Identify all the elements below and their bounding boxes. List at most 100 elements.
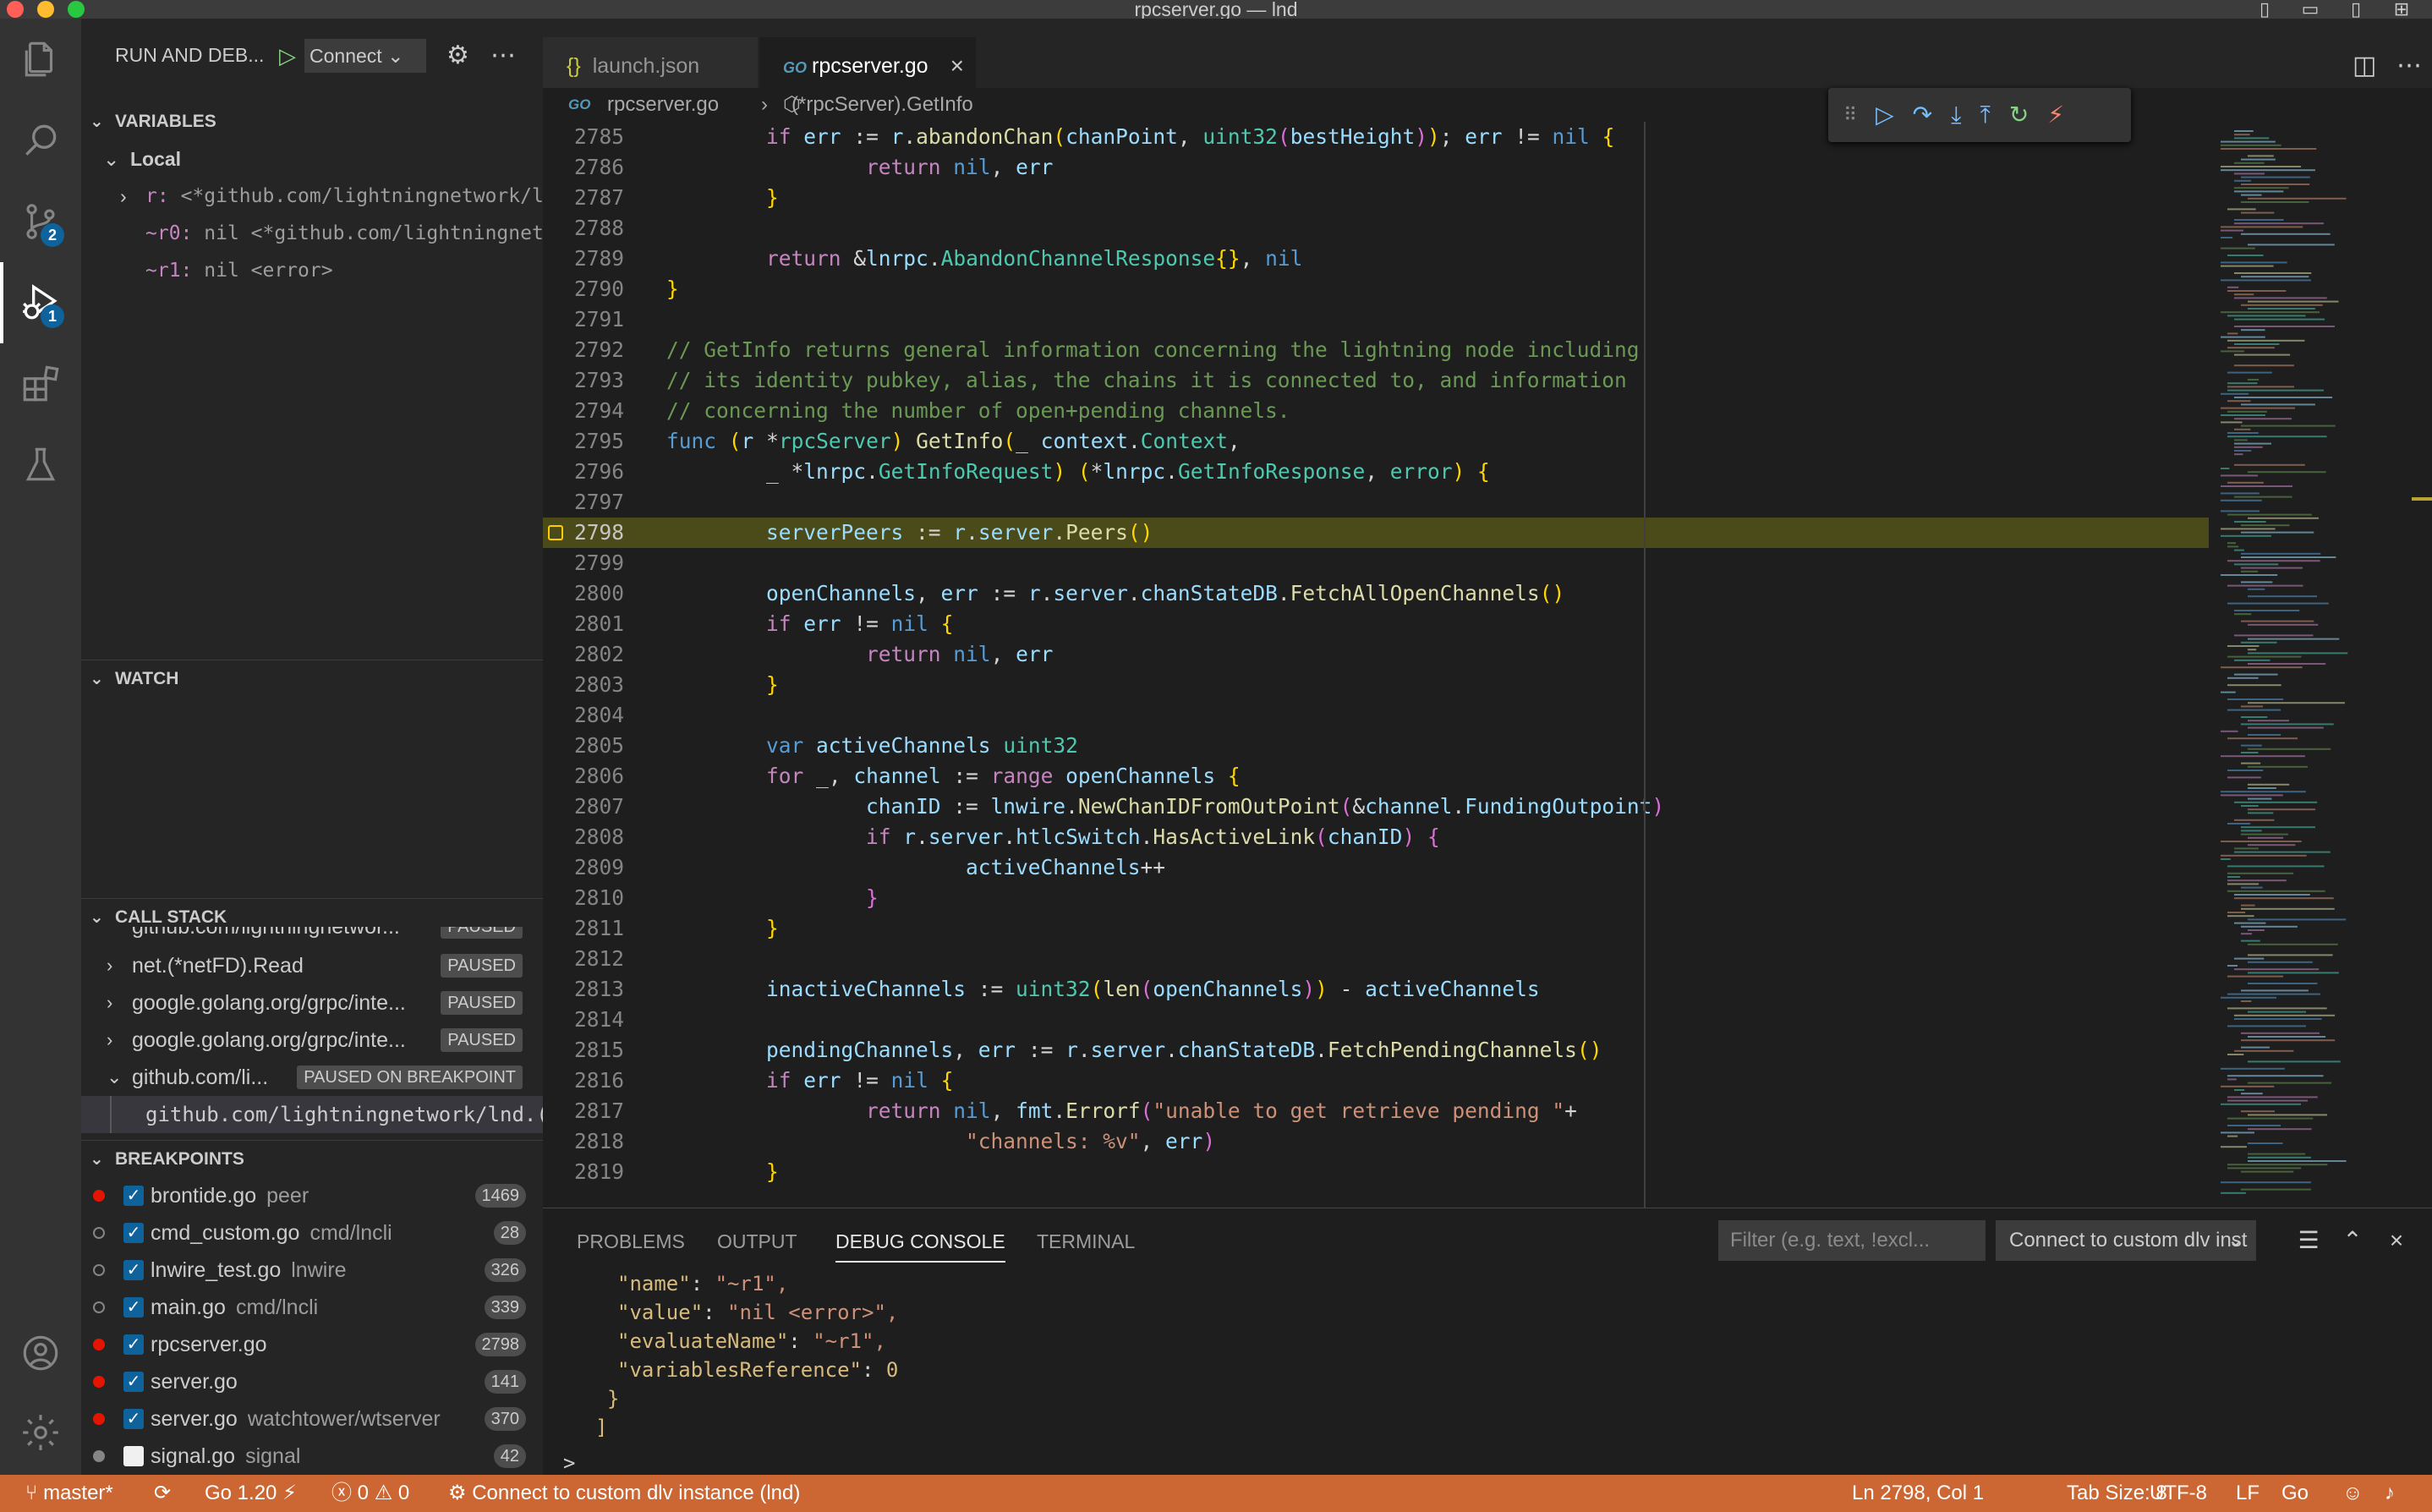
open-launch-json-gear-icon[interactable]: ⚙ — [446, 41, 469, 71]
code-line[interactable]: 2807 chanID := lnwire.NewChanIDFromOutPo… — [543, 792, 2432, 822]
code-line[interactable]: 2792 // GetInfo returns general informati… — [543, 335, 2432, 365]
code-line[interactable]: 2789 return &lnrpc.AbandonChannelRespons… — [543, 244, 2432, 274]
code-line[interactable]: 2817 return nil, fmt.Errorf("unable to g… — [543, 1096, 2432, 1126]
disconnect-icon[interactable]: ⚡ — [2047, 88, 2064, 142]
encoding[interactable]: UTF-8 — [2150, 1475, 2207, 1512]
breakpoint-checkbox[interactable]: ✓ — [123, 1186, 144, 1206]
breakpoint-item[interactable]: ✓ brontide.go peer 1469 — [81, 1177, 543, 1214]
problems-item[interactable]: ⓧ 0 ⚠ 0 — [331, 1475, 409, 1512]
breakpoint-checkbox[interactable]: ✓ — [123, 1223, 144, 1243]
cursor-position[interactable]: Ln 2798, Col 1 — [1852, 1475, 1984, 1512]
accounts-icon[interactable] — [0, 1312, 81, 1394]
breakpoint-checkbox[interactable]: ✓ — [123, 1260, 144, 1280]
split-editor-icon[interactable]: ◫ — [2353, 37, 2376, 95]
sync-icon[interactable]: ⟳ — [154, 1475, 171, 1512]
tab-output[interactable]: OUTPUT — [717, 1220, 797, 1263]
step-over-icon[interactable]: ↷ — [1913, 88, 1932, 142]
debug-session-select[interactable]: Connect to custom dlv inst ⌄ — [1996, 1220, 2256, 1261]
minimap[interactable] — [2209, 122, 2432, 1208]
code-line[interactable]: 2818 "channels: %v", err) — [543, 1126, 2432, 1157]
code-line[interactable]: 2819 } — [543, 1157, 2432, 1187]
customize-layout-icon[interactable]: ⊞ — [2390, 0, 2413, 19]
tab-terminal[interactable]: TERMINAL — [1037, 1220, 1135, 1263]
breadcrumb-symbol[interactable]: (*rpcServer).GetInfo — [791, 88, 973, 122]
run-and-debug-icon[interactable]: 1 — [0, 262, 81, 343]
code-line[interactable]: 2812 — [543, 944, 2432, 974]
call-stack-thread[interactable]: github.com/lightningnetwor... PAUSED — [81, 927, 543, 947]
continue-icon[interactable]: ▷ — [1876, 88, 1894, 142]
more-actions-icon[interactable]: ⋯ — [490, 41, 516, 71]
debug-session-item[interactable]: ⚙ Connect to custom dlv instance (lnd) — [448, 1475, 800, 1512]
step-into-icon[interactable]: ⤓ — [1951, 88, 1961, 142]
call-stack-thread[interactable]: › google.golang.org/grpc/inte... PAUSED — [81, 984, 543, 1022]
code-line[interactable]: 2786 return nil, err — [543, 152, 2432, 183]
call-stack-thread[interactable]: › net.(*netFD).Read PAUSED — [81, 947, 543, 984]
testing-icon[interactable] — [0, 425, 81, 506]
launch-config-select[interactable]: Connect ⌄ — [304, 39, 426, 73]
code-line[interactable]: 2814 — [543, 1005, 2432, 1035]
clear-console-icon[interactable]: ☰ — [2292, 1220, 2325, 1261]
tab-debug-console[interactable]: DEBUG CONSOLE — [835, 1220, 1005, 1263]
code-line[interactable]: 2790} — [543, 274, 2432, 304]
code-line[interactable]: 2799 — [543, 548, 2432, 578]
breakpoint-item[interactable]: ✓ rpcserver.go 2798 — [81, 1326, 543, 1363]
code-line[interactable]: 2804 — [543, 700, 2432, 731]
manage-gear-icon[interactable] — [0, 1392, 81, 1473]
code-line[interactable]: 2813 inactiveChannels := uint32(len(open… — [543, 974, 2432, 1005]
scope-local[interactable]: ⌄ Local — [81, 140, 543, 178]
code-line[interactable]: 2788 — [543, 213, 2432, 244]
code-line[interactable]: 2794 // concerning the number of open+pen… — [543, 396, 2432, 426]
extensions-icon[interactable] — [0, 343, 81, 425]
code-editor[interactable]: 2785 if err := r.abandonChan(chanPoint, … — [543, 122, 2432, 1208]
toggle-sidebar-icon[interactable]: ▯ — [2253, 0, 2276, 19]
code-line[interactable]: 2801 if err != nil { — [543, 609, 2432, 639]
search-icon[interactable] — [0, 100, 81, 181]
code-line[interactable]: 2811 } — [543, 913, 2432, 944]
line-ending[interactable]: LF — [2236, 1475, 2259, 1512]
code-line[interactable]: 2791 — [543, 304, 2432, 335]
code-line[interactable]: 2797 — [543, 487, 2432, 518]
close-panel-icon[interactable]: × — [2380, 1220, 2413, 1261]
code-line[interactable]: 2800 openChannels, err := r.server.chanS… — [543, 578, 2432, 609]
console-filter-input[interactable]: Filter (e.g. text, !excl... — [1718, 1220, 1986, 1261]
code-line[interactable]: 2796 _ *lnrpc.GetInfoRequest) (*lnrpc.Ge… — [543, 457, 2432, 487]
code-line[interactable]: 2803 } — [543, 670, 2432, 700]
close-tab-icon[interactable]: × — [950, 37, 964, 95]
code-line[interactable]: 2810 } — [543, 883, 2432, 913]
maximize-panel-icon[interactable]: ⌃ — [2336, 1220, 2369, 1261]
code-line[interactable]: 2816 if err != nil { — [543, 1066, 2432, 1096]
breakpoint-item[interactable]: ✓ server.go watchtower/wtserver 370 — [81, 1400, 543, 1438]
code-line[interactable]: 2787 } — [543, 183, 2432, 213]
breakpoint-item[interactable]: ✓ cmd_custom.go cmd/lncli 28 — [81, 1214, 543, 1252]
breakpoint-item[interactable]: ✓ server.go 141 — [81, 1363, 543, 1400]
code-line[interactable]: 2802 return nil, err — [543, 639, 2432, 670]
code-line[interactable]: 2808 if r.server.htlcSwitch.HasActiveLin… — [543, 822, 2432, 852]
explorer-icon[interactable] — [0, 19, 81, 100]
breakpoint-checkbox[interactable]: ✓ — [123, 1297, 144, 1318]
code-line[interactable]: 2785 if err := r.abandonChan(chanPoint, … — [543, 122, 2432, 152]
breadcrumb-file[interactable]: rpcserver.go — [607, 88, 719, 122]
code-line[interactable]: 2805 var activeChannels uint32 — [543, 731, 2432, 761]
breakpoint-checkbox[interactable]: ✓ — [123, 1409, 144, 1429]
code-line[interactable]: 2809 activeChannels++ — [543, 852, 2432, 883]
toggle-panel-icon[interactable]: ▭ — [2298, 0, 2322, 19]
code-line[interactable]: 2815 pendingChannels, err := r.server.ch… — [543, 1035, 2432, 1066]
source-control-icon[interactable]: 2 — [0, 181, 81, 262]
start-debugging-icon[interactable]: ▷ — [279, 39, 306, 73]
call-stack-thread[interactable]: ⌄ github.com/li... PAUSED ON BREAKPOINT — [81, 1059, 543, 1096]
step-out-icon[interactable]: ⤒ — [1980, 88, 1991, 142]
code-line[interactable]: 2806 for _, channel := range openChannel… — [543, 761, 2432, 792]
breakpoints-section-header[interactable]: ⌄ BREAKPOINTS — [81, 1140, 543, 1177]
toggle-secondary-sidebar-icon[interactable]: ▯ — [2344, 0, 2368, 19]
call-stack-frame[interactable]: github.com/lightningnetwork/lnd.(*rp — [81, 1096, 543, 1133]
watch-section-header[interactable]: ⌄ WATCH — [81, 660, 543, 697]
code-line[interactable]: 2795 func (r *rpcServer) GetInfo(_ contex… — [543, 426, 2432, 457]
code-line[interactable]: 2793 // its identity pubkey, alias, the c… — [543, 365, 2432, 396]
drag-handle-icon[interactable]: ⠿ — [1843, 88, 1857, 142]
breakpoint-item[interactable]: ✓ lnwire_test.go lnwire 326 — [81, 1252, 543, 1289]
variable-item[interactable]: ~r1: nil <error> — [81, 252, 543, 289]
more-actions-icon[interactable]: ⋯ — [2396, 37, 2422, 95]
variable-item[interactable]: › r: <*github.com/lightningnetwork/l... — [81, 178, 543, 215]
tab-launch-json[interactable]: {} launch.json — [543, 37, 758, 95]
breakpoint-checkbox[interactable]: ✓ — [123, 1372, 144, 1392]
